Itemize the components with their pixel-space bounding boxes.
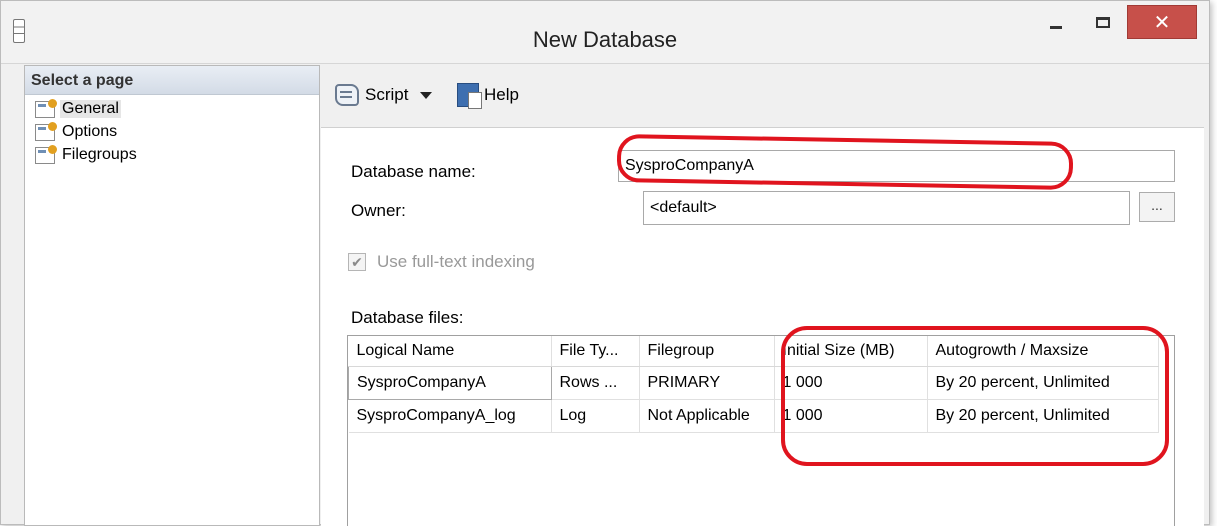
select-page-panel: Select a page General Options Filegroups	[24, 65, 320, 526]
page-icon	[35, 98, 57, 118]
files-table: Logical Name File Ty... Filegroup Initia…	[348, 336, 1159, 433]
page-item-options[interactable]: Options	[35, 121, 119, 143]
help-icon	[457, 83, 482, 109]
script-label: Script	[365, 85, 409, 104]
general-page: Script Help Database name: Owner: ... ✔ …	[321, 65, 1204, 526]
filegroup-cell[interactable]: Not Applicable	[639, 399, 775, 433]
database-files-grid: Logical Name File Ty... Filegroup Initia…	[347, 335, 1175, 526]
owner-browse-button[interactable]: ...	[1139, 192, 1175, 222]
page-item-label: Filegroups	[62, 146, 137, 163]
owner-label: Owner:	[351, 201, 406, 220]
column-header[interactable]: Filegroup	[639, 336, 775, 367]
file-type-cell[interactable]: Log	[551, 399, 640, 433]
minimize-button[interactable]	[1034, 7, 1078, 37]
database-files-label: Database files:	[351, 308, 464, 327]
script-icon	[335, 84, 359, 106]
table-header-row: Logical Name File Ty... Filegroup Initia…	[348, 336, 1159, 367]
page-item-filegroups[interactable]: Filegroups	[35, 144, 139, 166]
column-header[interactable]: Initial Size (MB)	[774, 336, 928, 367]
general-content: Database name: Owner: ... ✔ Use full-tex…	[321, 128, 1204, 526]
initial-size-cell[interactable]: 1 000	[774, 366, 928, 400]
filegroup-cell[interactable]: PRIMARY	[639, 366, 775, 400]
autogrowth-cell[interactable]: By 20 percent, Unlimited	[927, 366, 1159, 400]
file-type-cell[interactable]: Rows ...	[551, 366, 640, 400]
page-icon	[35, 144, 57, 164]
script-button[interactable]: Script	[335, 82, 433, 108]
window-title: New Database	[532, 27, 678, 52]
title-bar: New Database ✕	[1, 1, 1209, 64]
column-header[interactable]: File Ty...	[551, 336, 640, 367]
help-label: Help	[484, 85, 519, 104]
table-row[interactable]: SysproCompanyA_log Log Not Applicable 1 …	[348, 399, 1159, 433]
page-item-general[interactable]: General	[35, 98, 121, 120]
database-name-label: Database name:	[351, 162, 476, 181]
column-header[interactable]: Autogrowth / Maxsize	[927, 336, 1159, 367]
logical-name-cell[interactable]: SysproCompanyA_log	[348, 399, 552, 433]
page-icon	[35, 121, 57, 141]
maximize-button[interactable]	[1081, 7, 1125, 37]
table-row[interactable]: SysproCompanyA Rows ... PRIMARY 1 000 By…	[348, 366, 1159, 400]
minimize-icon	[1050, 25, 1062, 29]
page-item-label: Options	[62, 123, 118, 140]
autogrowth-cell[interactable]: By 20 percent, Unlimited	[927, 399, 1159, 433]
fulltext-label: Use full-text indexing	[377, 252, 535, 271]
column-header[interactable]: Logical Name	[348, 336, 552, 367]
close-button[interactable]: ✕	[1127, 5, 1197, 39]
help-button[interactable]: Help	[457, 82, 519, 109]
select-page-header: Select a page	[25, 66, 319, 95]
maximize-icon	[1096, 16, 1110, 28]
logical-name-cell[interactable]: SysproCompanyA	[348, 366, 552, 400]
new-database-dialog: New Database ✕ Select a page General Opt…	[0, 0, 1210, 526]
fulltext-checkbox[interactable]: ✔	[348, 253, 366, 271]
initial-size-cell[interactable]: 1 000	[774, 399, 928, 433]
select-page-title: Select a page	[31, 72, 134, 89]
chevron-down-icon[interactable]	[420, 91, 433, 99]
toolbar: Script Help	[321, 65, 1204, 128]
database-name-input[interactable]	[618, 150, 1175, 182]
owner-input[interactable]	[643, 191, 1130, 225]
close-icon: ✕	[1153, 11, 1171, 34]
page-item-label: General	[60, 100, 121, 118]
